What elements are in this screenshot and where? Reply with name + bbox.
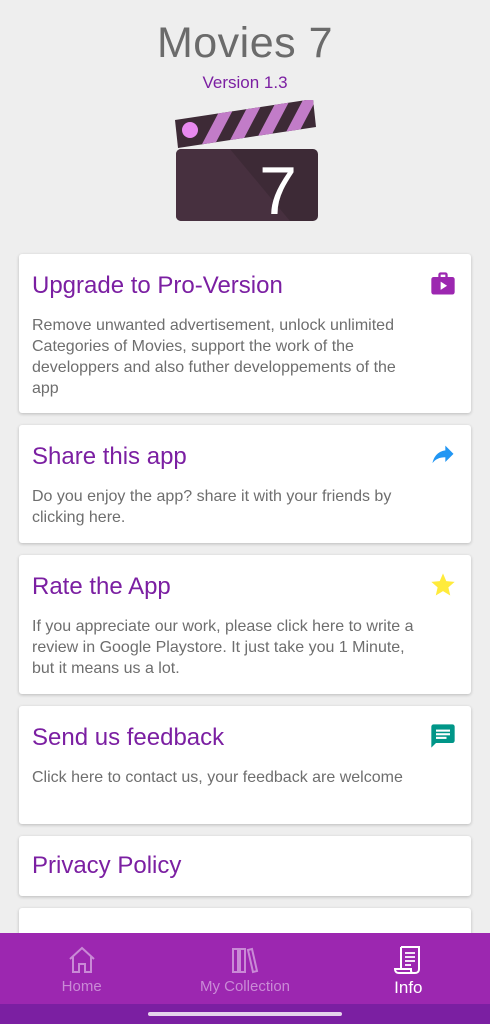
clapperboard-logo-icon: 7	[175, 99, 318, 229]
info-document-icon	[394, 946, 421, 974]
bottom-navigation: Home My Collection Info	[0, 933, 490, 1004]
feedback-card-description: Click here to contact us, your feedback …	[32, 769, 403, 786]
info-cards: Upgrade to Pro-Version Remove unwanted a…	[19, 254, 471, 960]
app-header: Movies 7 Version 1.3 7	[0, 0, 490, 230]
app-version: Version 1.3	[202, 73, 288, 92]
gesture-handle[interactable]	[148, 1012, 342, 1016]
nav-item-home[interactable]: Home	[0, 933, 163, 1004]
briefcase-play-icon	[431, 272, 455, 295]
rate-card[interactable]: Rate the App If you appreciate our work,…	[19, 555, 471, 694]
upgrade-card-title: Upgrade to Pro-Version	[32, 272, 283, 299]
feedback-card-title: Send us feedback	[32, 724, 225, 751]
app-logo: 7	[170, 99, 320, 230]
upgrade-card-description: Remove unwanted advertisement, unlock un…	[32, 317, 396, 397]
nav-label-home: Home	[61, 978, 102, 995]
chat-message-icon	[431, 724, 455, 748]
app-title: Movies 7	[156, 19, 334, 67]
feedback-card[interactable]: Send us feedback Click here to contact u…	[19, 706, 471, 824]
logo-number: 7	[259, 153, 297, 229]
share-card-title: Share this app	[32, 443, 187, 470]
star-icon	[431, 573, 455, 596]
upgrade-card[interactable]: Upgrade to Pro-Version Remove unwanted a…	[19, 254, 471, 413]
privacy-policy-title: Privacy Policy	[32, 852, 182, 879]
nav-label-info: Info	[394, 978, 423, 997]
nav-item-info[interactable]: Info	[327, 933, 490, 1004]
nav-label-my-collection: My Collection	[199, 978, 290, 995]
rate-card-title: Rate the App	[32, 573, 171, 600]
share-arrow-icon	[432, 445, 454, 464]
privacy-policy-card[interactable]: Privacy Policy	[19, 836, 471, 896]
home-icon	[68, 946, 95, 973]
share-card-description: Do you enjoy the app? share it with your…	[32, 488, 392, 526]
system-navigation-bar	[0, 1004, 490, 1024]
rate-card-description: If you appreciate our work, please click…	[32, 618, 414, 677]
library-icon	[231, 947, 259, 974]
nav-item-my-collection[interactable]: My Collection	[163, 933, 326, 1004]
share-card[interactable]: Share this app Do you enjoy the app? sha…	[19, 425, 471, 543]
